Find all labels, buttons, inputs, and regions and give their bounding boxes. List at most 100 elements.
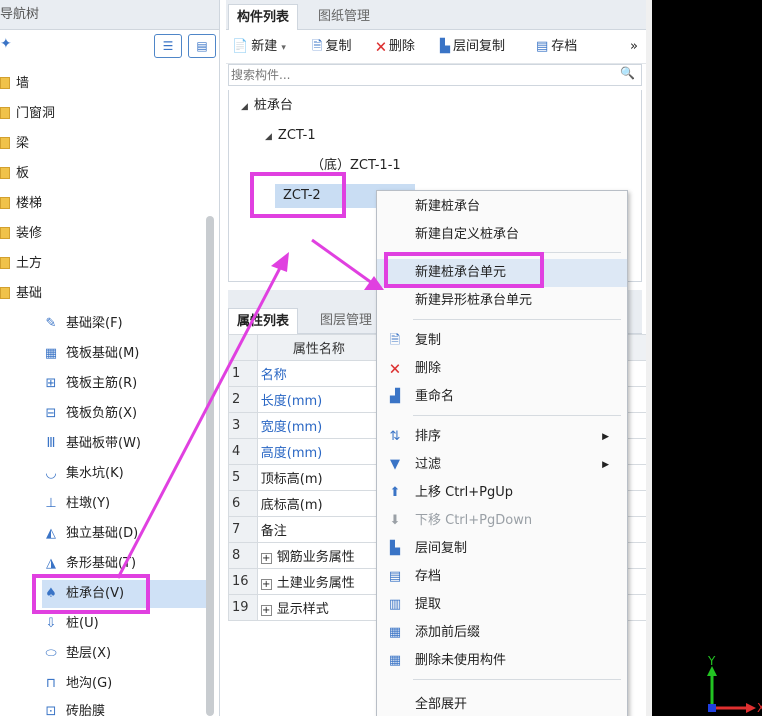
archive-icon: ▤ [388,569,402,584]
menu-separator [413,679,621,680]
pencil-icon: ✎ [45,316,57,331]
isolated-foundation-icon: ◭ [46,526,56,541]
copy-icon: 🗎 [389,333,401,348]
menu-archive[interactable]: ▤ 存档 [377,563,627,591]
nav-category-slab[interactable]: 板 [0,160,29,188]
nav-item-isolated-foundation[interactable]: ◭ 独立基础(D) [42,520,212,548]
expand-plus-icon[interactable]: + [260,579,272,590]
archive-icon: ▤ [536,39,549,54]
nav-category-beam[interactable]: 梁 [0,130,29,158]
delete-unused-icon: ▦ [388,653,402,668]
foundation-strip-icon: Ⅲ [46,436,56,451]
card-view-button[interactable]: ▤ [188,34,216,58]
tab-layer-management[interactable]: 图层管理 [312,308,380,334]
nav-toolbar: ✦ ☰ ▤ [0,30,219,64]
nav-category-earthwork[interactable]: 土方 [0,250,42,278]
expand-plus-icon[interactable]: + [260,553,272,564]
nav-item-cushion[interactable]: ⬭ 垫层(X) [42,640,212,668]
search-icon[interactable]: 🔍 [620,66,635,80]
tree-node-zct-1-1[interactable]: （底）ZCT-1-1 [311,154,401,178]
menu-floor-copy[interactable]: ▙ 层间复制 [377,535,627,563]
menu-move-up[interactable]: ⬆ 上移 Ctrl+PgUp [377,479,627,507]
nav-item-trench[interactable]: ⊓ 地沟(G) [42,670,212,698]
menu-filter[interactable]: ▼ 过滤 ▶ [377,451,627,479]
drawing-viewport[interactable]: Y X [652,0,762,716]
menu-delete-unused[interactable]: ▦ 删除未使用构件 [377,647,627,675]
navigation-tree-panel: 导航树 ✦ ☰ ▤ 墙 门窗洞 梁 板 楼梯 装修 土方 基础 ✎ 基础梁(F) … [0,0,220,716]
nav-category-wall[interactable]: 墙 [0,70,29,98]
submenu-arrow-icon: ▶ [602,460,609,470]
menu-add-prefix-suffix[interactable]: ▦ 添加前后缀 [377,619,627,647]
toolbar-more-button[interactable]: » [630,30,638,64]
nav-item-raft-negative-rebar[interactable]: ⊟ 筏板负筋(X) [42,400,212,428]
folder-icon [0,107,10,119]
menu-extract[interactable]: ▥ 提取 [377,591,627,619]
raft-main-rebar-icon: ⊞ [45,376,57,391]
copy-button[interactable]: 🗎 复制 [312,30,351,64]
collapse-triangle-icon: ◢ [241,102,248,112]
archive-button[interactable]: ▤ 存档 [536,30,577,64]
component-search-input[interactable]: 搜索构件... 🔍 [228,64,642,86]
nav-scrollbar[interactable] [206,216,214,716]
prefix-suffix-icon: ▦ [388,625,402,640]
delete-button[interactable]: 🗙 删除 [376,30,415,64]
copy-icon: 🗎 [312,39,323,54]
floor-copy-icon: ▙ [390,541,400,556]
add-star-icon[interactable]: ✦ [0,36,12,52]
nav-item-column-pier[interactable]: ⊥ 柱墩(Y) [42,490,212,518]
search-placeholder: 搜索构件... [231,68,291,82]
filter-icon: ▼ [390,457,400,472]
nav-item-raft-foundation[interactable]: ▦ 筏板基础(M) [42,340,212,368]
menu-delete[interactable]: 🗙 删除 [377,355,627,383]
raft-negative-rebar-icon: ⊟ [45,406,57,421]
expand-plus-icon[interactable]: + [260,605,272,616]
pile-cap-icon: ♠ [45,586,57,601]
nav-item-pile-cap[interactable]: ♠ 桩承台(V) [42,580,212,608]
nav-item-sump-pit[interactable]: ◡ 集水坑(K) [42,460,212,488]
delete-icon: 🗙 [376,39,386,54]
menu-copy[interactable]: 🗎 复制 [377,327,627,355]
move-down-icon: ⬇ [389,513,401,528]
folder-icon [0,197,10,209]
nav-item-strip-foundation[interactable]: ◮ 条形基础(T) [42,550,212,578]
nav-item-foundation-beam[interactable]: ✎ 基础梁(F) [42,310,212,338]
tab-component-list[interactable]: 构件列表 [228,4,299,30]
nav-item-brick-mold[interactable]: ⊡ 砖胎膜 [42,698,212,716]
menu-new-irregular-pile-cap-unit[interactable]: 新建异形桩承台单元 [377,287,627,315]
tab-property-list[interactable]: 属性列表 [228,308,299,334]
nav-item-pile[interactable]: ⇩ 桩(U) [42,610,212,638]
new-icon: 📄 [232,39,249,54]
list-view-button[interactable]: ☰ [154,34,182,58]
nav-category-decoration[interactable]: 装修 [0,220,42,248]
folder-icon [0,167,10,179]
folder-icon [0,257,10,269]
menu-new-custom-pile-cap[interactable]: 新建自定义桩承台 [377,221,627,249]
rename-icon: ▟ [390,389,400,404]
column-pier-icon: ⊥ [45,496,57,511]
menu-sort[interactable]: ⇅ 排序 ▶ [377,423,627,451]
folder-icon [0,77,10,89]
nav-item-raft-main-rebar[interactable]: ⊞ 筏板主筋(R) [42,370,212,398]
header-property-name: 属性名称 [256,334,381,361]
new-button[interactable]: 📄 新建 ▾ [232,30,286,64]
nav-category-foundation[interactable]: 基础 [0,280,42,308]
menu-move-down[interactable]: ⬇ 下移 Ctrl+PgDown [377,507,627,535]
menu-expand-all[interactable]: 全部展开 [377,691,627,716]
origin-marker [708,704,716,712]
menu-new-pile-cap-unit[interactable]: 新建桩承台单元 [377,259,627,287]
component-toolbar: 📄 新建 ▾ 🗎 复制 🗙 删除 ▙ 层间复制 ▤ 存档 » [226,30,646,64]
menu-new-pile-cap[interactable]: 新建桩承台 [377,193,627,221]
nav-category-door-window[interactable]: 门窗洞 [0,100,55,128]
nav-title: 导航树 [0,0,219,30]
cushion-icon: ⬭ [45,646,57,661]
context-menu: 新建桩承台 新建自定义桩承台 新建桩承台单元 新建异形桩承台单元 🗎 复制 🗙 删除… [376,190,628,716]
tree-node-pile-cap[interactable]: ◢ 桩承台 [241,94,293,118]
folder-icon [0,287,10,299]
floor-copy-button[interactable]: ▙ 层间复制 [440,30,505,64]
menu-rename[interactable]: ▟ 重命名 [377,383,627,411]
tab-drawing-management[interactable]: 图纸管理 [310,4,378,30]
nav-item-foundation-strip[interactable]: Ⅲ 基础板带(W) [42,430,212,458]
x-axis-label: X [757,701,762,715]
nav-category-stair[interactable]: 楼梯 [0,190,42,218]
tree-node-zct-1[interactable]: ◢ ZCT-1 [265,124,316,148]
